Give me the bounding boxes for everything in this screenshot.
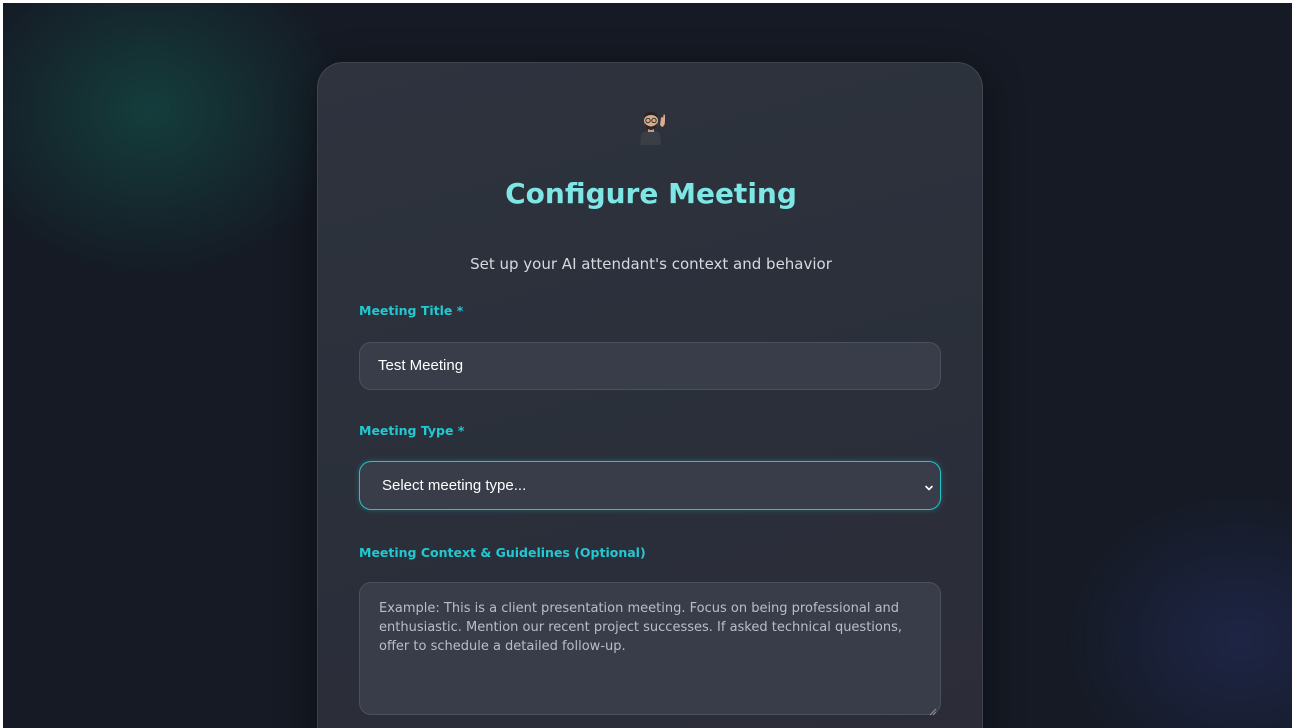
meeting-type-selected-value: Select meeting type... bbox=[382, 477, 527, 494]
page-subtitle: Set up your AI attendant's context and b… bbox=[470, 255, 832, 273]
configure-meeting-card: Configure Meeting Set up your AI attenda… bbox=[317, 62, 983, 728]
context-placeholder-line: Example: This is a client presentation m… bbox=[379, 601, 900, 616]
meeting-title-input[interactable]: Test Meeting bbox=[359, 342, 941, 390]
page-title: Configure Meeting bbox=[505, 177, 797, 210]
context-placeholder-line: offer to schedule a detailed follow-up. bbox=[379, 639, 626, 654]
window-edge-left bbox=[0, 0, 3, 728]
context-placeholder-line: enthusiastic. Mention our recent project… bbox=[379, 620, 903, 635]
resize-handle-icon[interactable] bbox=[929, 703, 937, 716]
meeting-type-select[interactable]: Select meeting type... bbox=[359, 461, 941, 510]
meeting-title-label: Meeting Title * bbox=[359, 303, 464, 318]
person-waving-icon bbox=[634, 109, 668, 145]
meeting-context-textarea[interactable]: Example: This is a client presentation m… bbox=[359, 582, 941, 716]
meeting-type-label: Meeting Type * bbox=[359, 423, 465, 438]
window-edge-top bbox=[0, 0, 1292, 3]
chevron-down-icon bbox=[924, 480, 934, 491]
meeting-context-label: Meeting Context & Guidelines (Optional) bbox=[359, 545, 646, 560]
